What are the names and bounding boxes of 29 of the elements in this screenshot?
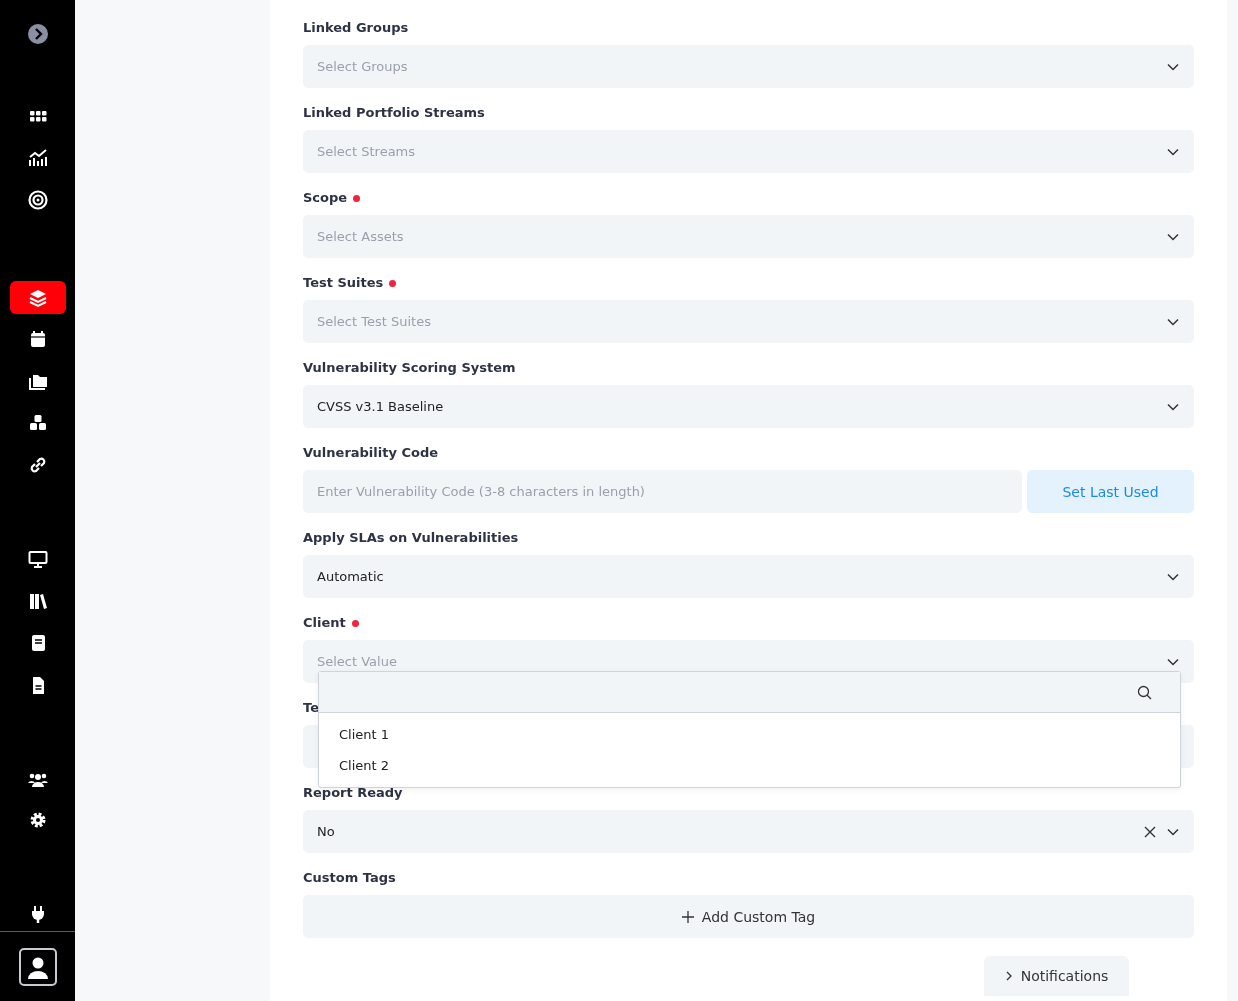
search-field[interactable]	[319, 672, 1180, 713]
target-icon	[26, 188, 49, 211]
field-label: Vulnerability Code	[303, 444, 439, 462]
select-field[interactable]: CVSS v3.1 Baseline	[303, 385, 1194, 428]
avatar-icon[interactable]	[18, 947, 57, 986]
expand-icon	[26, 22, 49, 45]
field-label: Apply SLAs on Vulnerabilities	[303, 529, 519, 547]
field-label: Test Suites	[303, 274, 384, 292]
select-field[interactable]: No	[303, 810, 1194, 853]
field-label: Linked Groups	[303, 19, 409, 37]
field-label: Te	[303, 699, 319, 717]
field-label: Report Ready	[303, 784, 403, 802]
field-label: Client	[303, 614, 346, 632]
dropdown-option[interactable]: Client 1	[319, 719, 1180, 750]
add-tag-button[interactable]: Add Custom Tag	[303, 895, 1194, 938]
select-field[interactable]: Automatic	[303, 555, 1194, 598]
field-label: Vulnerability Scoring System	[303, 359, 516, 377]
notifications-button[interactable]: Notifications	[984, 956, 1129, 996]
search-icon	[1137, 684, 1152, 700]
field-label: Custom Tags	[303, 869, 396, 887]
chart-icon	[26, 146, 49, 169]
clear-icon[interactable]	[1144, 825, 1156, 838]
chevron-right-icon	[1004, 971, 1013, 981]
dropdown-option[interactable]: Client 2	[319, 750, 1180, 781]
sidebar-item[interactable]	[9, 280, 66, 315]
field-label: Scope	[303, 189, 348, 207]
plus-icon	[681, 910, 694, 923]
input-field[interactable]: Enter Vulnerability Code (3-8 characters in length)	[303, 470, 1022, 513]
field-label: Linked Portfolio Streams	[303, 104, 485, 122]
